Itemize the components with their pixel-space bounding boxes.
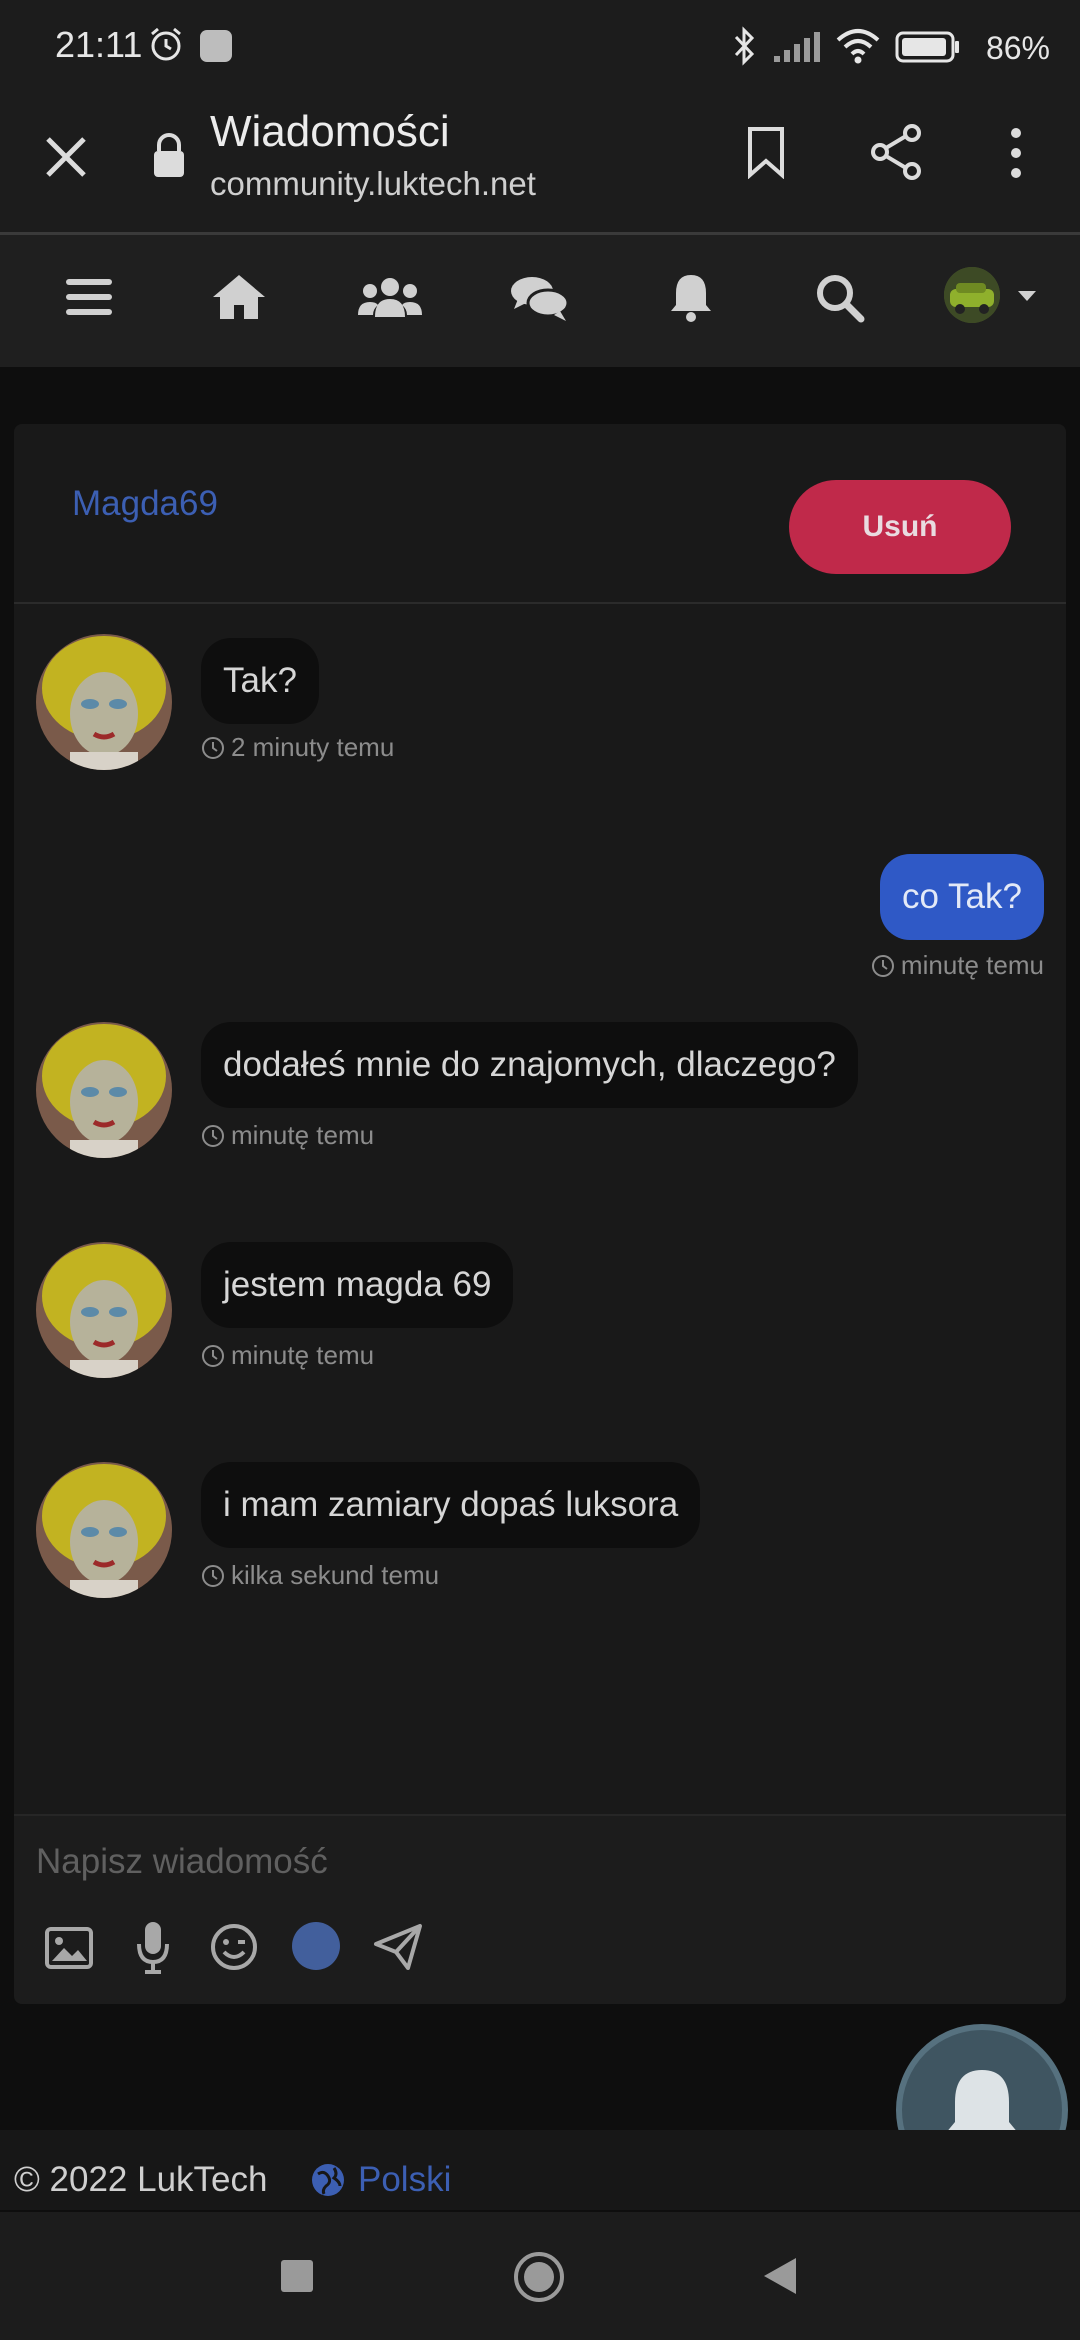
recents-button[interactable] <box>281 2260 313 2292</box>
copyright-text: © 2022 LukTech <box>14 2160 268 2199</box>
back-button[interactable] <box>762 2256 798 2296</box>
alarm-icon <box>151 27 181 61</box>
send-icon[interactable] <box>372 1922 424 1972</box>
bookmark-icon[interactable] <box>744 125 788 179</box>
message-time: minutę temu <box>201 1340 374 1371</box>
home-icon[interactable] <box>210 271 268 321</box>
sender-avatar[interactable] <box>36 1022 172 1158</box>
message-time: minutę temu <box>871 950 1044 981</box>
users-icon[interactable] <box>358 275 422 319</box>
system-navigation-bar <box>0 2212 1080 2340</box>
delete-conversation-button[interactable]: Usuń <box>789 480 1011 574</box>
clock-icon <box>202 1124 224 1147</box>
avatar-face-illustration <box>36 1022 172 1158</box>
message-bubble: Tak? <box>201 638 319 724</box>
bluetooth-icon <box>734 26 755 66</box>
user-avatar[interactable] <box>944 267 1000 323</box>
clock-icon <box>871 954 894 977</box>
status-bar: 21:11 86% <box>0 0 1080 95</box>
message-bubble: dodałeś mnie do znajomych, dlaczego? <box>201 1022 858 1108</box>
page-url[interactable]: community.luktech.net <box>210 165 536 203</box>
language-selector[interactable]: Polski <box>358 2160 451 2200</box>
bell-icon[interactable] <box>668 271 714 323</box>
search-icon[interactable] <box>815 273 865 323</box>
app-notification-icon <box>200 30 232 62</box>
globe-icon[interactable] <box>310 2162 346 2198</box>
message-time: minutę temu <box>201 1120 374 1151</box>
image-icon[interactable] <box>44 1926 94 1970</box>
browser-toolbar: Wiadomości community.luktech.net <box>0 95 1080 235</box>
sender-avatar[interactable] <box>36 1242 172 1378</box>
home-button[interactable] <box>512 2250 566 2304</box>
sender-avatar[interactable] <box>36 1462 172 1598</box>
menu-icon[interactable] <box>66 277 112 317</box>
message-time: 2 minuty temu <box>201 732 394 763</box>
avatar-face-illustration <box>36 634 172 770</box>
sender-avatar[interactable] <box>36 634 172 770</box>
site-footer: © 2022 LukTech Polski <box>0 2130 1080 2210</box>
message-bubble: i mam zamiary dopaś luksora <box>201 1462 701 1548</box>
clock-icon <box>202 1344 224 1367</box>
conversation-card: Magda69 Usuń Tak? 2 minuty temu co Tak? … <box>14 424 1066 2004</box>
recipient-name[interactable]: Magda69 <box>72 484 218 524</box>
lock-icon <box>154 133 184 177</box>
wifi-icon <box>836 29 880 64</box>
conversation-header: Magda69 Usuń <box>14 424 1066 604</box>
share-icon[interactable] <box>868 123 926 181</box>
more-vert-icon[interactable] <box>1005 125 1027 181</box>
clock-icon <box>202 1564 224 1587</box>
message-composer: Napisz wiadomość <box>14 1814 1066 2004</box>
avatar-face-illustration <box>36 1462 172 1598</box>
signal-icon <box>774 32 820 62</box>
message-bubble: jestem magda 69 <box>201 1242 514 1328</box>
clock-icon <box>202 736 224 759</box>
close-icon[interactable] <box>42 133 90 181</box>
chat-icon[interactable] <box>510 275 570 323</box>
battery-icon <box>895 31 959 63</box>
microphone-icon[interactable] <box>136 1920 170 1974</box>
color-picker-dot[interactable] <box>292 1922 340 1970</box>
battery-percent: 86% <box>985 30 1050 66</box>
status-time: 21:11 <box>55 24 143 65</box>
chevron-down-icon[interactable] <box>1016 289 1038 303</box>
emoji-wink-icon[interactable] <box>209 1922 259 1972</box>
site-navbar <box>0 235 1080 367</box>
message-input[interactable]: Napisz wiadomość <box>36 1842 328 1882</box>
page-title: Wiadomości <box>210 107 450 156</box>
avatar-face-illustration <box>36 1242 172 1378</box>
message-bubble-mine: co Tak? <box>880 854 1044 940</box>
message-time: kilka sekund temu <box>201 1560 439 1591</box>
